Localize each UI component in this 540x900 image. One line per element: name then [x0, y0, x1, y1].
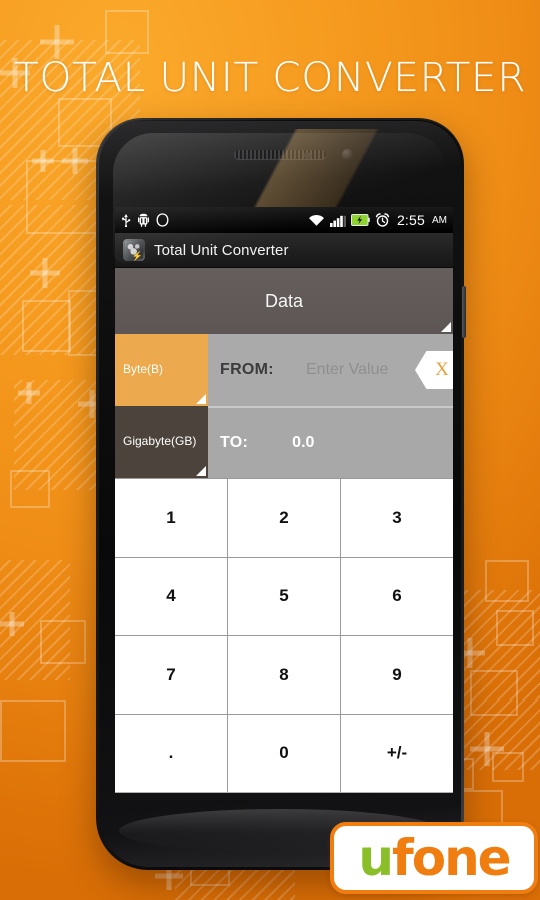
spinner-triangle-icon	[196, 466, 206, 476]
key-8[interactable]: 8	[228, 636, 340, 714]
alarm-clock-icon	[375, 213, 390, 227]
phone-device: 2:55 AM Total Unit Converter Data	[96, 118, 466, 870]
status-bar-clock: 2:55	[396, 212, 425, 228]
key-2[interactable]: 2	[228, 479, 340, 557]
poster-canvas: TOTAL UNIT CONVERTER 2:55 AM ⚡ Total Uni…	[0, 0, 540, 900]
from-unit-label: Byte(B)	[123, 362, 164, 377]
android-debug-icon	[138, 213, 149, 227]
usb-icon	[121, 213, 131, 227]
status-bar-meridiem: AM	[432, 214, 447, 226]
front-camera-icon	[342, 149, 353, 160]
key-5[interactable]: 5	[228, 557, 340, 635]
key-7[interactable]: 7	[115, 636, 227, 714]
signal-bars-icon	[329, 214, 346, 227]
key-sign-toggle[interactable]: +/-	[341, 714, 453, 792]
earpiece-speaker-icon	[234, 150, 326, 159]
notification-shape-icon	[156, 213, 169, 227]
spinner-triangle-icon	[196, 394, 206, 404]
wifi-icon	[308, 214, 325, 227]
to-unit-spinner[interactable]: Gigabyte(GB)	[115, 406, 208, 478]
app-launcher-icon	[123, 239, 145, 261]
ufone-logo-u: u	[358, 829, 394, 887]
ufone-logo: ufone	[330, 822, 538, 894]
poster-title: TOTAL UNIT CONVERTER	[13, 55, 527, 101]
to-result-value: 0.0	[292, 434, 315, 451]
category-spinner[interactable]: Data	[115, 268, 453, 334]
status-bar: 2:55 AM	[115, 207, 453, 233]
clear-button[interactable]: X	[415, 351, 453, 389]
from-unit-spinner[interactable]: Byte(B)	[115, 334, 208, 406]
app-title: Total Unit Converter	[154, 241, 289, 259]
phone-bezel: 2:55 AM Total Unit Converter Data	[99, 121, 461, 867]
key-3[interactable]: 3	[341, 479, 453, 557]
battery-charging-icon	[350, 214, 370, 226]
to-row: Gigabyte(GB) TO: 0.0	[115, 406, 453, 478]
key-9[interactable]: 9	[341, 636, 453, 714]
ufone-logo-fone: fone	[391, 829, 512, 887]
to-unit-label: Gigabyte(GB)	[123, 434, 197, 449]
key-4[interactable]: 4	[115, 557, 227, 635]
key-decimal[interactable]: .	[115, 714, 227, 792]
to-value-field: TO: 0.0	[208, 406, 453, 478]
to-label: TO:	[220, 434, 249, 451]
numeric-keypad: 1 2 3 4 5 6 7 8 9 . 0 +/-	[115, 478, 453, 792]
proximity-sensor-icon	[304, 152, 311, 159]
phone-screen: 2:55 AM Total Unit Converter Data	[115, 207, 453, 793]
key-0[interactable]: 0	[228, 714, 340, 792]
app-title-bar: Total Unit Converter	[115, 233, 453, 268]
from-label: FROM:	[220, 361, 274, 378]
from-value-field[interactable]: FROM: Enter Value X	[208, 334, 453, 406]
key-1[interactable]: 1	[115, 479, 227, 557]
clear-x-icon: X	[435, 359, 449, 380]
from-row: Byte(B) FROM: Enter Value X	[115, 334, 453, 406]
key-6[interactable]: 6	[341, 557, 453, 635]
spinner-triangle-icon	[441, 322, 451, 332]
volume-button[interactable]	[462, 286, 466, 338]
from-input-placeholder: Enter Value	[305, 361, 389, 378]
category-spinner-label: Data	[264, 290, 304, 311]
